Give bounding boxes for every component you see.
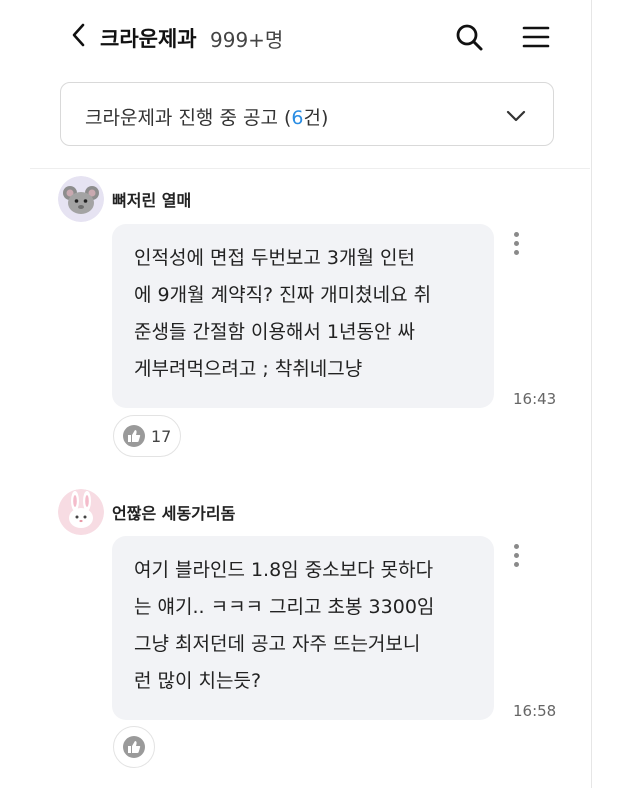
job-postings-label: 크라운제과 진행 중 공고 (6건) <box>85 103 328 130</box>
like-button[interactable]: 17 <box>113 415 181 457</box>
comment-bubble: 여기 블라인드 1.8임 중소보다 못하다 는 얘기.. ㅋㅋㅋ 그리고 초봉 … <box>112 536 494 720</box>
comment-text-line: 인적성에 면접 두번보고 3개월 인턴 <box>134 247 415 269</box>
back-button[interactable] <box>66 22 92 48</box>
comment-timestamp: 16:43 <box>513 390 557 408</box>
comment-text-line: 그냥 최저던데 공고 자주 뜨는거보니 <box>134 633 421 655</box>
app-header: 크라운제과 999+명 <box>60 14 560 60</box>
comment-text-line: 준생들 간절함 이용해서 1년동안 싸 <box>134 321 415 343</box>
more-dot <box>513 562 519 567</box>
mouse-avatar-icon <box>58 176 104 222</box>
more-dot <box>513 241 519 246</box>
comment-text-line: 런 많이 치는듯? <box>134 670 262 692</box>
rabbit-avatar-icon <box>58 489 104 535</box>
thumbs-up-icon <box>123 425 145 447</box>
comment-author[interactable]: 뼈저린 열매 <box>112 187 191 211</box>
job-postings-count: 6 <box>291 107 304 129</box>
like-count: 17 <box>151 427 172 446</box>
content-edge-divider <box>591 0 592 788</box>
section-divider <box>30 168 590 169</box>
chevron-down-icon <box>506 110 526 122</box>
avatar[interactable] <box>58 489 104 535</box>
job-postings-label-prefix: 크라운제과 진행 중 공고 ( <box>85 107 292 129</box>
more-options-button[interactable] <box>509 232 523 264</box>
chevron-left-icon <box>72 23 85 47</box>
more-dot <box>513 553 519 558</box>
thumbs-up-icon <box>123 736 145 758</box>
more-dot <box>513 250 519 255</box>
comment-timestamp: 16:58 <box>513 702 557 720</box>
job-postings-label-suffix: 건) <box>303 107 329 129</box>
more-dot <box>513 232 519 237</box>
like-button[interactable] <box>113 726 155 768</box>
search-button[interactable] <box>454 22 484 52</box>
hamburger-menu-icon <box>522 26 550 48</box>
comment-text-line: 는 얘기.. ㅋㅋㅋ 그리고 초봉 3300임 <box>134 596 435 618</box>
search-icon <box>456 24 483 51</box>
job-postings-dropdown[interactable]: 크라운제과 진행 중 공고 (6건) <box>60 82 554 146</box>
comment-text-line: 에 9개월 계약직? 진짜 개미쳤네요 취 <box>134 284 432 306</box>
more-options-button[interactable] <box>509 544 523 576</box>
more-dot <box>513 544 519 549</box>
member-count: 999+명 <box>210 28 284 52</box>
menu-button[interactable] <box>522 23 550 51</box>
page-title: 크라운제과 <box>100 27 197 51</box>
comment-bubble: 인적성에 면접 두번보고 3개월 인턴 에 9개월 계약직? 진짜 개미쳤네요 … <box>112 224 494 408</box>
comment-text-line: 여기 블라인드 1.8임 중소보다 못하다 <box>134 559 434 581</box>
comment-text-line: 게부려먹으려고 ; 착취네그냥 <box>134 358 363 380</box>
comment-author[interactable]: 언짢은 세동가리돔 <box>112 500 235 524</box>
avatar[interactable] <box>58 176 104 222</box>
